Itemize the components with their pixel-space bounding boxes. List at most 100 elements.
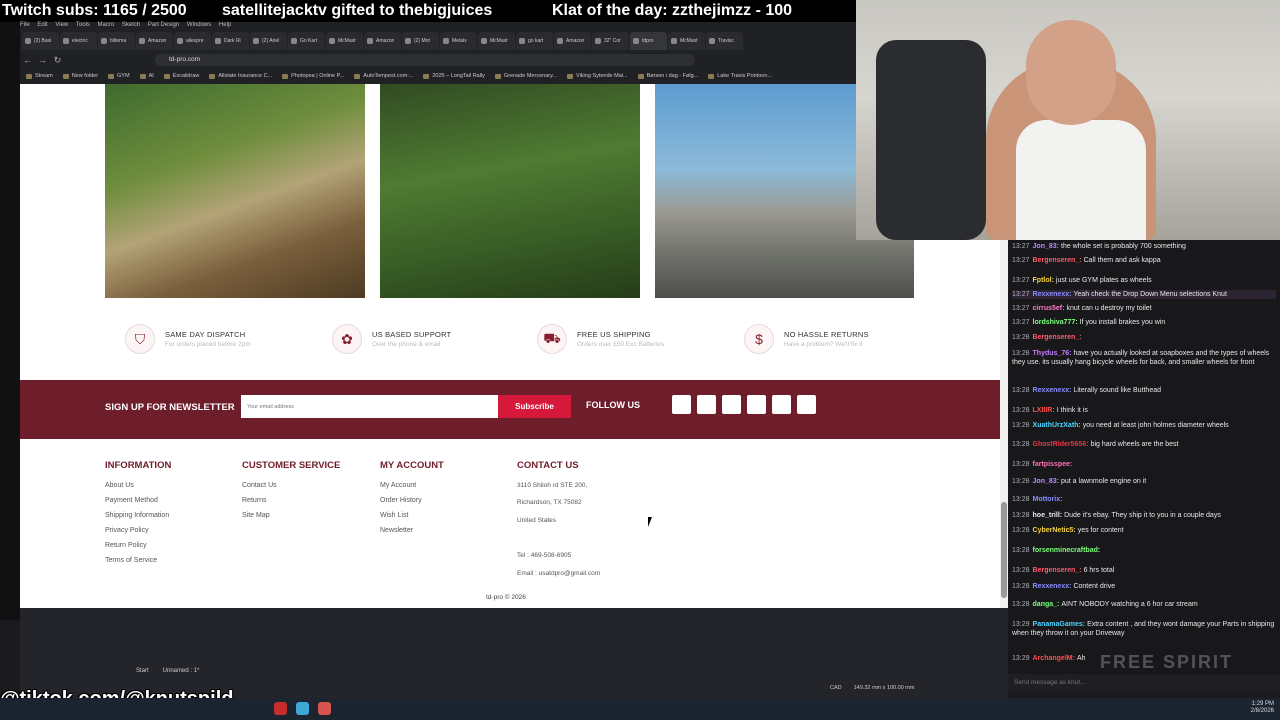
system-clock[interactable]: 1:29 PM 2/8/2026 [1251,701,1274,715]
footer-link[interactable]: Order History [380,497,422,504]
chat-username[interactable]: Thydus_76: [1033,350,1072,357]
menu-edit[interactable]: Edit [37,22,47,28]
footer-link[interactable]: My Account [380,482,416,489]
menu-tools[interactable]: Tools [76,22,90,28]
app-icon[interactable] [274,702,287,715]
social-link[interactable] [797,395,816,414]
bookmark[interactable]: Allstate Insurance C... [209,73,272,79]
bookmark[interactable]: Photopea | Online P... [282,73,344,79]
chat-username[interactable]: Fptlol: [1033,277,1054,284]
chat-username[interactable]: cirrus5ef: [1033,305,1065,312]
browser-tab[interactable]: McMast [326,32,363,50]
menu-help[interactable]: Help [219,22,231,28]
bookmark[interactable]: Stream [26,73,53,79]
chat-input[interactable]: Send message as knut... [1008,674,1280,692]
social-link[interactable] [672,395,691,414]
browser-tab[interactable]: 32" Cor [592,32,629,50]
cad-tab-start[interactable]: Start [136,668,149,674]
browser-tab[interactable]: (2) Mot [402,32,439,50]
footer-link[interactable]: Terms of Service [105,557,157,564]
browser-tab[interactable]: aliexpre [174,32,211,50]
social-link[interactable] [772,395,791,414]
menu-macro[interactable]: Macro [98,22,115,28]
menu-view[interactable]: View [55,22,68,28]
chat-username[interactable]: GhostRider5656: [1033,441,1089,448]
bookmark[interactable]: Børsen i dag - Følg... [637,73,698,79]
chat-username[interactable]: LXIIIR: [1033,407,1055,414]
browser-tab[interactable]: Metalv [440,32,477,50]
footer-link[interactable]: Contact Us [242,482,277,489]
browser-icon[interactable] [296,702,309,715]
cad-nav-style[interactable]: CAD [830,685,842,691]
footer-link[interactable]: Site Map [242,512,270,519]
footer-link[interactable]: Newsletter [380,527,413,534]
browser-tab[interactable]: Amazon [554,32,591,50]
browser-tab[interactable]: electric [60,32,97,50]
chat-username[interactable]: lordshiva777: [1033,319,1078,326]
chat-username[interactable]: PanamaGames: [1033,621,1086,628]
chat-username[interactable]: Rexxenexx: [1033,291,1072,298]
browser-tab[interactable]: Travisc [706,32,743,50]
menu-part-design[interactable]: Part Design [148,22,179,28]
footer-link[interactable]: Return Policy [105,542,147,549]
browser-tab[interactable]: (2) Ariel [250,32,287,50]
contact-email[interactable]: Email : usatdpro@gmail.com [517,570,600,577]
browser-tab[interactable]: go kart [516,32,553,50]
chat-username[interactable]: Bergenseren_: [1033,334,1082,341]
browser-tab[interactable]: Dark Ri [212,32,249,50]
bookmark[interactable]: Excalidraw [163,73,199,79]
chat-username[interactable]: Jon_83: [1033,243,1059,250]
bookmark[interactable]: Viking Sytende Mai... [567,73,628,79]
scroll-thumb[interactable] [1001,502,1007,598]
bookmark[interactable]: AI [139,73,154,79]
app-icon[interactable] [318,702,331,715]
bookmark[interactable]: GYM [108,73,130,79]
chat-username[interactable]: ArchangelM: [1033,655,1075,662]
cad-tab-unnamed[interactable]: Unnamed : 1* [163,668,200,674]
reload-icon[interactable]: ↻ [50,55,65,66]
footer-link[interactable]: About Us [105,482,134,489]
address-bar[interactable]: td-pro.com [155,54,695,66]
footer-link[interactable]: Privacy Policy [105,527,149,534]
subscribe-button[interactable]: Subscribe [498,395,571,418]
chat-username[interactable]: Jon_83: [1033,478,1059,485]
footer-link[interactable]: Payment Method [105,497,158,504]
bookmark[interactable]: Lake Travis Pontoon... [708,73,772,79]
chat-username[interactable]: fartpisspee: [1033,461,1073,468]
browser-tab[interactable]: Amazon [136,32,173,50]
chat-username[interactable]: XuathUrzXath: [1033,422,1081,429]
chat-username[interactable]: CyberNetic5: [1033,527,1076,534]
newsletter-email-input[interactable] [241,395,498,418]
chat-username[interactable]: Bergenseren_: [1033,257,1082,264]
browser-tab[interactable]: biltema [98,32,135,50]
browser-tab[interactable]: Amazon [364,32,401,50]
chat-username[interactable]: Rexxenexx: [1033,583,1072,590]
forward-icon[interactable]: → [35,55,50,65]
social-link[interactable] [747,395,766,414]
browser-tab[interactable]: McMast [478,32,515,50]
browser-tab[interactable]: (2) Basi [22,32,59,50]
browser-tab-active[interactable]: tdpro [630,32,667,50]
browser-tab[interactable]: McMast [668,32,705,50]
footer-link[interactable]: Returns [242,497,267,504]
bookmark[interactable]: Grenade Mercenary... [494,73,557,79]
bookmark[interactable]: AutoTempest.com:... [354,73,413,79]
menu-file[interactable]: File [20,22,30,28]
dirtbike-jump-image[interactable] [380,84,640,298]
bookmark[interactable]: 2025 – LongTail Rally [423,73,485,79]
chat-username[interactable]: Bergenseren_: [1033,567,1082,574]
dirtbike-banner-image[interactable] [105,84,365,298]
chat-username[interactable]: Rexxenexx: [1033,387,1072,394]
chat-username[interactable]: danga_: [1033,601,1060,608]
bookmark[interactable]: New folder [62,73,98,79]
social-link[interactable] [697,395,716,414]
chat-username[interactable]: hoe_trill: [1033,512,1063,519]
menu-sketch[interactable]: Sketch [122,22,140,28]
back-icon[interactable]: ← [20,55,35,65]
social-link[interactable] [722,395,741,414]
footer-link[interactable]: Shipping Information [105,512,169,519]
menu-windows[interactable]: Windows [187,22,211,28]
browser-tab[interactable]: Go Kart [288,32,325,50]
footer-link[interactable]: Wish List [380,512,408,519]
chat-username[interactable]: forsenminecraftbad: [1033,547,1101,554]
